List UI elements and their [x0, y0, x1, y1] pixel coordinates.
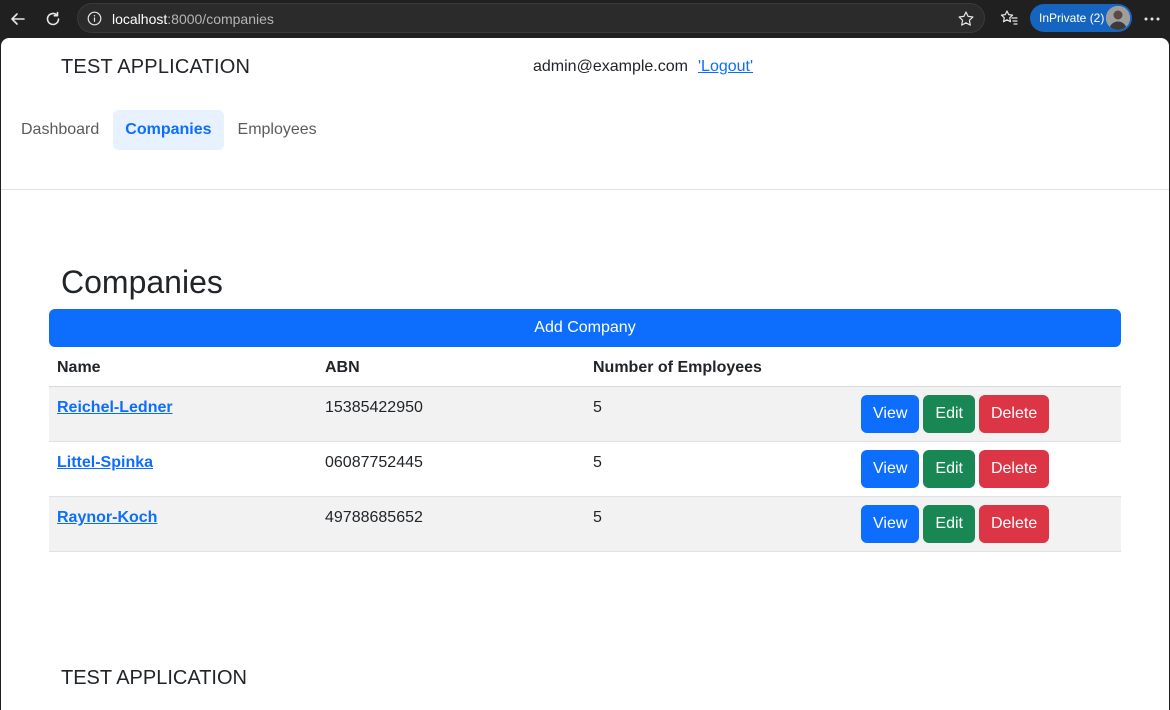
edit-button[interactable]: Edit: [923, 450, 975, 488]
app-brand[interactable]: TEST APPLICATION: [61, 56, 250, 79]
abn-cell: 06087752445: [325, 454, 423, 471]
nav-item-companies[interactable]: Companies: [113, 110, 224, 150]
inprivate-badge[interactable]: InPrivate (2): [1030, 4, 1132, 32]
delete-button[interactable]: Delete: [978, 505, 1050, 543]
page-content: TEST APPLICATION admin@example.com 'Logo…: [1, 38, 1169, 710]
column-header-abn: ABN: [325, 359, 360, 376]
edit-button[interactable]: Edit: [923, 395, 975, 433]
footer-brand: TEST APPLICATION: [61, 667, 247, 689]
delete-button[interactable]: Delete: [978, 395, 1050, 433]
logout-link[interactable]: 'Logout': [698, 58, 753, 76]
table-row: Reichel-Ledner 15385422950 5 View Edit D…: [49, 387, 1121, 442]
delete-button[interactable]: Delete: [978, 450, 1050, 488]
back-arrow-icon[interactable]: [5, 6, 31, 32]
url-text: localhost:8000/companies: [112, 11, 274, 27]
favorite-star-icon[interactable]: [957, 10, 975, 28]
companies-table: Name ABN Number of Employees Reichel-Led…: [49, 349, 1121, 552]
actions-cell: View Edit Delete: [853, 442, 1121, 496]
employee-count-cell: 5: [593, 509, 602, 526]
address-bar[interactable]: localhost:8000/companies: [77, 3, 985, 33]
main-nav: Dashboard Companies Employees: [9, 110, 329, 150]
edit-button[interactable]: Edit: [923, 505, 975, 543]
abn-cell: 49788685652: [325, 509, 423, 526]
abn-cell: 15385422950: [325, 399, 423, 416]
add-company-button[interactable]: Add Company: [49, 309, 1121, 347]
inprivate-label: InPrivate (2): [1039, 11, 1105, 25]
browser-toolbar: localhost:8000/companies InPrivate (2): [0, 0, 1170, 38]
company-name-cell: Reichel-Ledner: [49, 387, 317, 441]
view-button[interactable]: View: [861, 450, 920, 488]
avatar: [1106, 6, 1130, 30]
page-title: Companies: [61, 264, 223, 300]
company-name-cell: Raynor-Koch: [49, 497, 317, 551]
more-options-icon[interactable]: [1143, 10, 1161, 28]
column-header-employees: Number of Employees: [593, 359, 762, 376]
view-button[interactable]: View: [861, 505, 920, 543]
column-header-name: Name: [57, 359, 101, 376]
nav-item-dashboard[interactable]: Dashboard: [9, 110, 111, 150]
company-link[interactable]: Littel-Spinka: [57, 454, 153, 471]
table-row: Littel-Spinka 06087752445 5 View Edit De…: [49, 442, 1121, 497]
employee-count-cell: 5: [593, 454, 602, 471]
header-divider: [1, 189, 1169, 190]
user-email: admin@example.com: [533, 58, 688, 75]
actions-cell: View Edit Delete: [853, 387, 1121, 441]
employee-count-cell: 5: [593, 399, 602, 416]
company-name-cell: Littel-Spinka: [49, 442, 317, 496]
table-row: Raynor-Koch 49788685652 5 View Edit Dele…: [49, 497, 1121, 552]
column-header-actions: [853, 349, 1121, 386]
table-header: Name ABN Number of Employees: [49, 349, 1121, 387]
company-link[interactable]: Reichel-Ledner: [57, 399, 173, 416]
site-info-icon[interactable]: [87, 11, 102, 26]
nav-item-employees[interactable]: Employees: [226, 110, 329, 150]
refresh-icon[interactable]: [40, 6, 66, 32]
company-link[interactable]: Raynor-Koch: [57, 509, 157, 526]
view-button[interactable]: View: [861, 395, 920, 433]
favorites-icon[interactable]: [999, 8, 1019, 28]
actions-cell: View Edit Delete: [853, 497, 1121, 551]
